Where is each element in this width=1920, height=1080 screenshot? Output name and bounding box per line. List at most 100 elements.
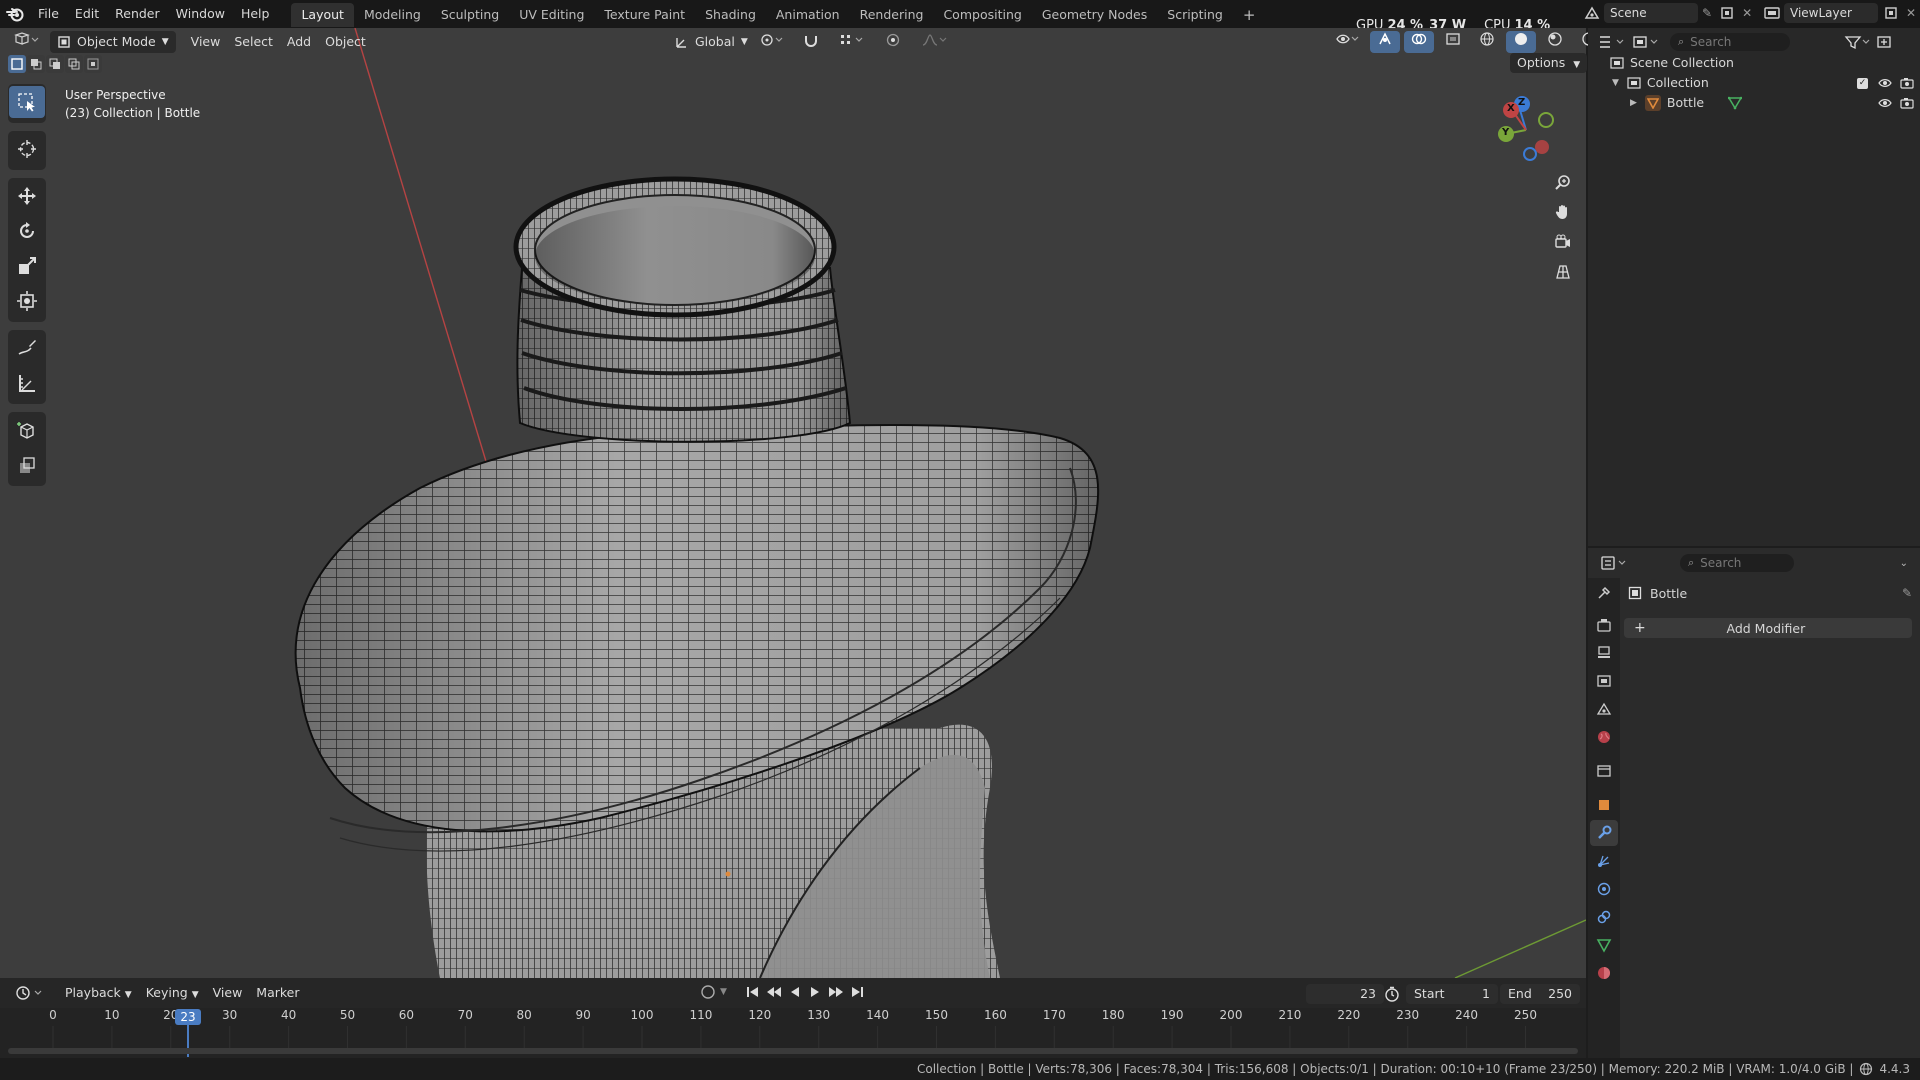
chevron-down-icon[interactable]: ⌄ bbox=[1900, 558, 1908, 569]
view-layer-properties-tab[interactable] bbox=[1590, 668, 1618, 694]
jump-start-icon[interactable] bbox=[745, 984, 761, 1000]
scene-properties-tab[interactable] bbox=[1590, 696, 1618, 722]
properties-search-input[interactable]: ⌕ Search bbox=[1680, 554, 1794, 572]
render-properties-tab[interactable] bbox=[1590, 612, 1618, 638]
menu-object[interactable]: Object bbox=[318, 31, 373, 53]
annotate-tool[interactable] bbox=[9, 332, 45, 364]
navigation-gizmo[interactable]: Z Y X bbox=[1484, 90, 1574, 170]
extrude-tool[interactable] bbox=[9, 449, 45, 481]
timeline-editor-type-button[interactable] bbox=[8, 982, 50, 1004]
rotate-tool[interactable] bbox=[9, 215, 45, 247]
xray-icon[interactable] bbox=[1438, 31, 1468, 53]
transform-tool[interactable] bbox=[9, 285, 45, 317]
select-extend-icon[interactable] bbox=[27, 55, 45, 73]
camera-view-icon[interactable] bbox=[1549, 228, 1577, 256]
new-collection-icon[interactable] bbox=[1876, 34, 1892, 50]
jump-end-icon[interactable] bbox=[849, 984, 865, 1000]
cursor-tool[interactable] bbox=[9, 133, 45, 165]
modifier-properties-tab[interactable] bbox=[1590, 820, 1618, 846]
menu-window[interactable]: Window bbox=[168, 0, 233, 28]
blender-logo-icon[interactable] bbox=[0, 6, 30, 22]
outliner-search-input[interactable]: ⌕ Search bbox=[1670, 33, 1790, 51]
properties-editor-type-icon[interactable] bbox=[1600, 555, 1628, 571]
tool-properties-tab[interactable] bbox=[1590, 580, 1618, 606]
visibility-icon[interactable] bbox=[1328, 31, 1366, 53]
display-mode-icon[interactable] bbox=[1632, 34, 1660, 50]
add-workspace-button[interactable]: + bbox=[1233, 3, 1266, 27]
physics-properties-tab[interactable] bbox=[1590, 876, 1618, 902]
menu-file[interactable]: File bbox=[30, 0, 67, 28]
orthographic-toggle-icon[interactable] bbox=[1549, 258, 1577, 286]
tab-scripting[interactable]: Scripting bbox=[1157, 3, 1233, 27]
new-scene-icon[interactable] bbox=[1720, 6, 1734, 20]
menu-edit[interactable]: Edit bbox=[67, 0, 107, 28]
keying-menu[interactable]: Keying ▼ bbox=[139, 982, 206, 1004]
timeline-view-menu[interactable]: View bbox=[206, 982, 250, 1004]
expand-bottle-icon[interactable]: ▶ bbox=[1630, 93, 1637, 113]
start-frame-field[interactable]: Start 1 bbox=[1406, 984, 1498, 1004]
object-data-properties-tab[interactable] bbox=[1590, 932, 1618, 958]
snap-target-icon[interactable] bbox=[832, 32, 872, 54]
collection-properties-tab[interactable] bbox=[1590, 758, 1618, 784]
collection-checkbox-icon[interactable]: ✓ bbox=[1857, 77, 1868, 89]
menu-help[interactable]: Help bbox=[233, 0, 278, 28]
snap-icon[interactable] bbox=[796, 32, 826, 54]
proportional-editing-icon[interactable] bbox=[878, 32, 908, 54]
playback-menu[interactable]: Playback ▼ bbox=[58, 982, 139, 1004]
material-shading-icon[interactable] bbox=[1540, 31, 1570, 53]
object-mode-dropdown[interactable]: Object Mode ▼ bbox=[50, 31, 176, 53]
tab-modeling[interactable]: Modeling bbox=[354, 3, 431, 27]
bottle-visibility-icon[interactable] bbox=[1878, 96, 1892, 110]
menu-select[interactable]: Select bbox=[227, 31, 280, 53]
scene-selector[interactable]: Scene ✎ ✕ bbox=[1584, 3, 1752, 23]
editor-type-button[interactable] bbox=[6, 31, 46, 53]
pin-icon[interactable]: ✎ bbox=[1702, 6, 1712, 20]
select-box-tool[interactable] bbox=[9, 86, 45, 118]
outliner-item-collection[interactable]: ▼ Collection ✓ bbox=[1612, 73, 1914, 93]
expand-collection-icon[interactable]: ▼ bbox=[1612, 73, 1619, 93]
current-frame-field[interactable]: 23 bbox=[1306, 984, 1384, 1004]
marker-menu[interactable]: Marker bbox=[249, 982, 306, 1004]
overlays-icon[interactable] bbox=[1404, 31, 1434, 53]
collection-render-icon[interactable] bbox=[1900, 76, 1914, 90]
material-properties-tab[interactable] bbox=[1590, 960, 1618, 986]
menu-render[interactable]: Render bbox=[107, 0, 168, 28]
menu-view[interactable]: View bbox=[184, 31, 228, 53]
new-view-layer-icon[interactable] bbox=[1884, 6, 1898, 20]
outliner-item-bottle[interactable]: ▶ Bottle bbox=[1630, 93, 1914, 113]
chevron-down-icon[interactable]: ▼ bbox=[720, 987, 727, 997]
outliner-editor-type-icon[interactable] bbox=[1598, 34, 1626, 50]
select-intersect-icon[interactable] bbox=[84, 55, 102, 73]
output-properties-tab[interactable] bbox=[1590, 640, 1618, 666]
tab-texture-paint[interactable]: Texture Paint bbox=[594, 3, 695, 27]
select-invert-icon[interactable] bbox=[65, 55, 83, 73]
3d-viewport[interactable] bbox=[0, 28, 1586, 978]
transform-orientation-dropdown[interactable]: Global ▼ bbox=[668, 31, 755, 53]
scene-name-field[interactable]: Scene bbox=[1604, 3, 1698, 23]
remove-view-layer-icon[interactable]: ✕ bbox=[1906, 6, 1916, 20]
select-subtract-icon[interactable] bbox=[46, 55, 64, 73]
add-cube-tool[interactable] bbox=[9, 414, 45, 446]
stopwatch-icon[interactable] bbox=[1384, 986, 1400, 1002]
gizmo-toggle-icon[interactable] bbox=[1370, 31, 1400, 53]
play-icon[interactable] bbox=[807, 984, 823, 1000]
pin-icon[interactable]: ✎ bbox=[1902, 586, 1912, 600]
move-tool[interactable] bbox=[9, 180, 45, 212]
select-new-icon[interactable] bbox=[8, 55, 26, 73]
world-properties-tab[interactable] bbox=[1590, 724, 1618, 750]
mesh-data-icon[interactable] bbox=[1728, 96, 1743, 110]
tab-layout[interactable]: Layout bbox=[291, 3, 354, 27]
auto-keying-icon[interactable] bbox=[700, 984, 716, 1000]
filter-icon[interactable] bbox=[1844, 34, 1872, 50]
collection-visibility-icon[interactable] bbox=[1878, 76, 1892, 90]
pan-hand-icon[interactable] bbox=[1549, 198, 1577, 226]
constraints-properties-tab[interactable] bbox=[1590, 904, 1618, 930]
pivot-point-icon[interactable] bbox=[752, 32, 790, 54]
object-properties-tab[interactable] bbox=[1590, 792, 1618, 818]
particles-properties-tab[interactable] bbox=[1590, 848, 1618, 874]
tab-animation[interactable]: Animation bbox=[766, 3, 850, 27]
end-frame-field[interactable]: End 250 bbox=[1500, 984, 1580, 1004]
wireframe-shading-icon[interactable] bbox=[1472, 31, 1502, 53]
options-dropdown[interactable]: Options ▼ bbox=[1510, 53, 1588, 73]
tab-rendering[interactable]: Rendering bbox=[850, 3, 934, 27]
